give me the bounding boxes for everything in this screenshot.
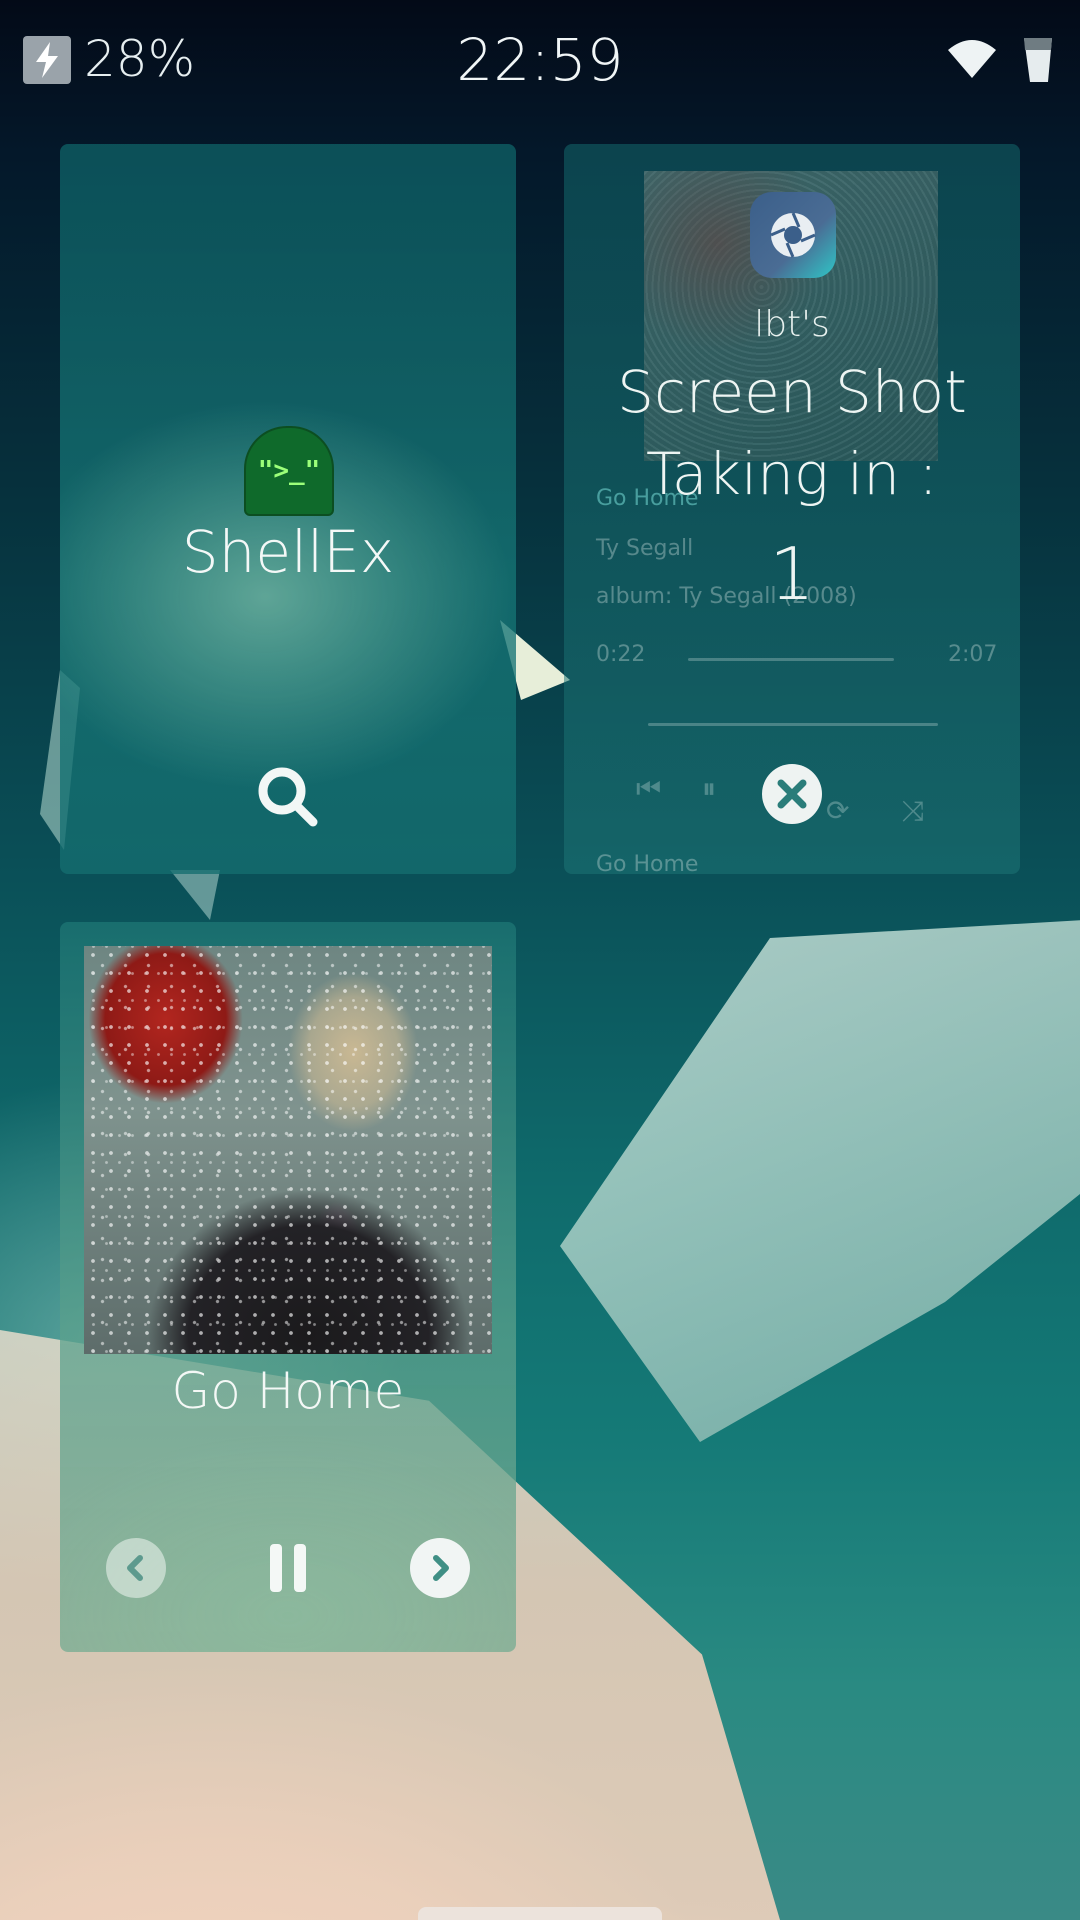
track-title: Go Home [171, 1362, 405, 1420]
faint-duration: 2:07 [948, 642, 998, 667]
previous-icon[interactable] [106, 1538, 166, 1598]
faint-next-track: Go Home [596, 852, 699, 874]
faint-previous-icon: ⏮ [636, 772, 662, 805]
faint-shuffle-icon: ⤨ [902, 794, 925, 827]
wallpaper-paper-plane-shape [170, 870, 220, 920]
faint-progress-bar [688, 658, 894, 661]
shellex-app-icon: ">_" [244, 426, 334, 516]
home-indicator[interactable] [418, 1907, 662, 1920]
faint-pause-icon: ⏸ [702, 772, 717, 805]
faint-repeat-icon: ⟳ [826, 794, 850, 827]
album-cover [84, 946, 492, 1354]
close-icon[interactable] [762, 764, 822, 824]
faint-elapsed-time: 0:22 [596, 642, 646, 667]
search-icon[interactable] [255, 764, 321, 830]
wifi-icon [946, 36, 998, 80]
cellular-signal-icon [1022, 34, 1054, 86]
screenshot-countdown: 1 [769, 532, 815, 616]
shellex-app-title: ShellEx [181, 518, 395, 586]
screenshot-app-card[interactable]: Go Home Ty Segall album: Ty Segall (2008… [564, 144, 1020, 874]
screenshot-title-line2: Taking in : [646, 440, 938, 508]
status-bar: 28% 22:59 [0, 0, 1080, 120]
clock: 22:59 [456, 26, 624, 94]
album-cover-texture [84, 946, 492, 1354]
camera-shutter-icon [750, 192, 836, 278]
next-icon[interactable] [410, 1538, 470, 1598]
faint-volume-bar [648, 723, 938, 726]
shellex-app-card[interactable]: ">_" ShellEx [60, 144, 516, 874]
wallpaper-paper-plane-shape [560, 910, 1080, 1442]
screenshot-title-line1: Screen Shot [617, 358, 967, 426]
screenshot-user-label: lbt's [754, 304, 830, 345]
pause-icon[interactable] [258, 1538, 318, 1598]
media-player-card[interactable]: Go Home [60, 922, 516, 1652]
